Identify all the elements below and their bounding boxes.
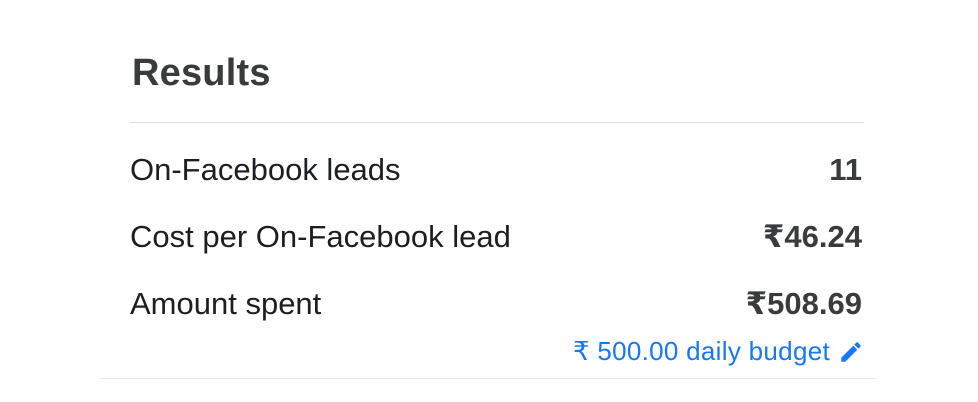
metric-label: Amount spent bbox=[130, 286, 322, 321]
metric-value: 11 bbox=[829, 152, 862, 187]
edit-daily-budget-link[interactable]: ₹ 500.00 daily budget bbox=[573, 336, 864, 367]
metric-label: Cost per On-Facebook lead bbox=[130, 219, 511, 254]
metric-row-leads: On-Facebook leads 11 bbox=[130, 150, 862, 190]
results-card: Results On-Facebook leads 11 Cost per On… bbox=[100, 0, 876, 379]
pencil-icon[interactable] bbox=[838, 339, 864, 365]
results-title: Results bbox=[132, 52, 271, 94]
metric-row-cost-per-lead: Cost per On-Facebook lead ₹46.24 bbox=[130, 217, 862, 257]
metric-value: ₹46.24 bbox=[762, 219, 862, 254]
metric-row-amount-spent: Amount spent ₹508.69 bbox=[130, 284, 862, 324]
daily-budget-text[interactable]: ₹ 500.00 daily budget bbox=[573, 336, 830, 367]
divider bbox=[130, 122, 864, 123]
metric-value: ₹508.69 bbox=[745, 286, 862, 321]
metric-label: On-Facebook leads bbox=[130, 152, 401, 187]
